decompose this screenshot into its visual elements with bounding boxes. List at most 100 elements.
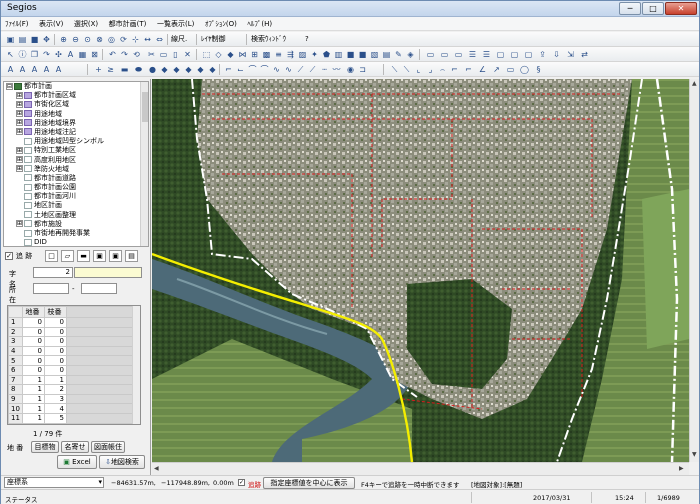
tree-node[interactable]: ⊞ 市街化区域 [4,100,148,109]
ruler-icon[interactable]: ↔ [142,34,153,45]
fill-icon[interactable]: ■ [357,49,368,60]
table-row[interactable]: 300 [8,336,133,347]
nayose-button[interactable]: 名寄せ [61,441,89,453]
diamond4-icon[interactable]: ◆ [195,64,206,75]
scroll-up-icon[interactable]: ▲ [692,80,697,87]
tree-node[interactable]: ⊟ 都市計画 [4,82,148,91]
window-icon[interactable]: ▢ [495,49,506,60]
menu-cityplan[interactable]: 都市計画(T) [105,17,151,31]
grid-icon[interactable]: ▦ [77,49,88,60]
text-icon[interactable]: A [65,49,76,60]
track-checkbox[interactable]: ✓ [5,252,13,260]
diamond5-icon[interactable]: ◆ [207,64,218,75]
tree-node[interactable]: 都市計画公園 [4,183,148,192]
table3-icon[interactable]: ▭ [453,49,464,60]
copy-icon[interactable]: ❐ [29,49,40,60]
curve2-icon[interactable]: ∿ [283,64,294,75]
text-box-icon[interactable]: A [53,64,64,75]
coord-system-select[interactable]: 座標系 ▾ [4,477,104,488]
tree-expander-icon[interactable]: ⊞ [16,119,23,127]
merge-icon[interactable]: ⊞ [249,49,260,60]
eye-icon[interactable]: ◉ [345,64,356,75]
corner2-icon[interactable]: ⌟ [425,64,436,75]
redo2-icon[interactable]: ↷ [119,49,130,60]
print-doc-icon[interactable]: ▣ [93,250,106,262]
refresh-icon[interactable]: ⟳ [118,34,129,45]
aerial-map[interactable] [152,79,689,462]
corner-icon[interactable]: ⌞ [413,64,424,75]
tree-node[interactable]: 都市計画道路 [4,174,148,183]
hook-icon[interactable]: ⌐ [449,64,460,75]
location-from-field[interactable] [33,283,69,294]
col-edaban[interactable]: 枝番 [44,306,67,318]
map-horizontal-scrollbar[interactable]: ◀ ▶ [152,462,689,475]
table-row[interactable]: 600 [8,364,133,376]
open-icon[interactable]: ▤ [17,34,28,45]
tree-node[interactable]: DID [4,238,148,246]
town-code-field[interactable]: 2 [33,267,73,278]
attribute-icon[interactable]: ▤ [381,49,392,60]
table2-icon[interactable]: ▭ [439,49,450,60]
measure-icon[interactable]: ⊹ [130,34,141,45]
circle-icon[interactable]: ● [147,64,158,75]
table-row[interactable]: 200 [8,326,133,338]
track-toggle-checkbox[interactable]: ✓ [238,479,245,486]
polyline-icon[interactable]: ⌐ [223,64,234,75]
table-row[interactable]: 500 [8,355,133,366]
tree-scroll-thumb[interactable] [142,92,148,122]
lock-icon[interactable]: ◈ [405,49,416,60]
arc-icon[interactable]: ⌒ [247,64,258,75]
slash-icon[interactable]: ⟋ [295,64,306,75]
tree-expander-icon[interactable]: ⊞ [16,110,23,118]
settings-doc-icon[interactable]: ▤ [125,250,138,262]
table-row[interactable]: 100 [8,317,133,328]
tree-node[interactable]: ⊞ 都市計画区域 [4,91,148,100]
polyline2-icon[interactable]: ⌙ [235,64,246,75]
tree-expander-icon[interactable]: ⊞ [16,156,23,163]
menu-options[interactable]: ｵﾌﾟｼｮﾝ(O) [201,17,241,31]
location-to-field[interactable] [81,283,117,294]
zoom-prev-icon[interactable]: ⊗ [94,34,105,45]
zoom-in-icon[interactable]: ⊕ [58,34,69,45]
rotate-icon[interactable]: ⟲ [131,49,142,60]
scroll-down-icon[interactable]: ▼ [692,451,697,458]
text-size-icon[interactable]: A [5,64,16,75]
tree-node[interactable]: ⊞ 用途地域注記 [4,128,148,137]
node-icon[interactable]: ◇ [213,49,224,60]
trend-icon[interactable]: ↗ [491,64,502,75]
export-icon[interactable]: ⇪ [537,49,548,60]
symbol-icon[interactable]: ✦ [309,49,320,60]
hatch-icon[interactable]: ▩ [261,49,272,60]
tree-node[interactable]: ⊞ 用途地域 [4,110,148,119]
zoom-window-icon[interactable]: ⊙ [82,34,93,45]
compare-icon[interactable]: ⇄ [579,49,590,60]
select-icon[interactable]: ↖ [5,49,16,60]
hatch2-icon[interactable]: ▧ [369,49,380,60]
tree-node[interactable]: ⊞ 準防火地域 [4,165,148,174]
export-doc-icon[interactable]: ▣ [109,250,122,262]
map-search-button[interactable]: ⇩地図検索 [99,455,145,469]
text-style-icon[interactable]: A [17,64,28,75]
tree-expander-icon[interactable]: ⊞ [16,128,23,136]
save-doc-icon[interactable]: ▬ [77,250,90,262]
close-button[interactable]: ✕ [665,2,697,15]
center-on-coord-button[interactable]: 指定座標値を中心に表示 [263,477,355,489]
tree-node[interactable]: 市街地再開発事業 [4,229,148,238]
tree-expander-icon[interactable]: ⊞ [16,146,23,154]
tree-expander-icon[interactable]: ⊞ [16,91,23,99]
list-icon[interactable]: ☰ [467,49,478,60]
polygon-icon[interactable]: ⬟ [321,49,332,60]
diag-line2-icon[interactable]: ⟍ [401,64,412,75]
delete-icon[interactable]: ⊠ [89,49,100,60]
curve-icon[interactable]: ∿ [271,64,282,75]
plus-icon[interactable]: + [93,64,104,75]
col-chiban[interactable]: 地番 [22,306,45,318]
table-row[interactable]: 812 [8,384,133,395]
offset-icon[interactable]: ⇶ [285,49,296,60]
import-icon[interactable]: ⇩ [551,49,562,60]
text-italic-icon[interactable]: A [29,64,40,75]
table-icon[interactable]: ▭ [425,49,436,60]
grid-scrollbar[interactable] [132,306,140,424]
swirl-icon[interactable]: § [533,64,544,75]
table-row[interactable]: 711 [8,374,133,386]
